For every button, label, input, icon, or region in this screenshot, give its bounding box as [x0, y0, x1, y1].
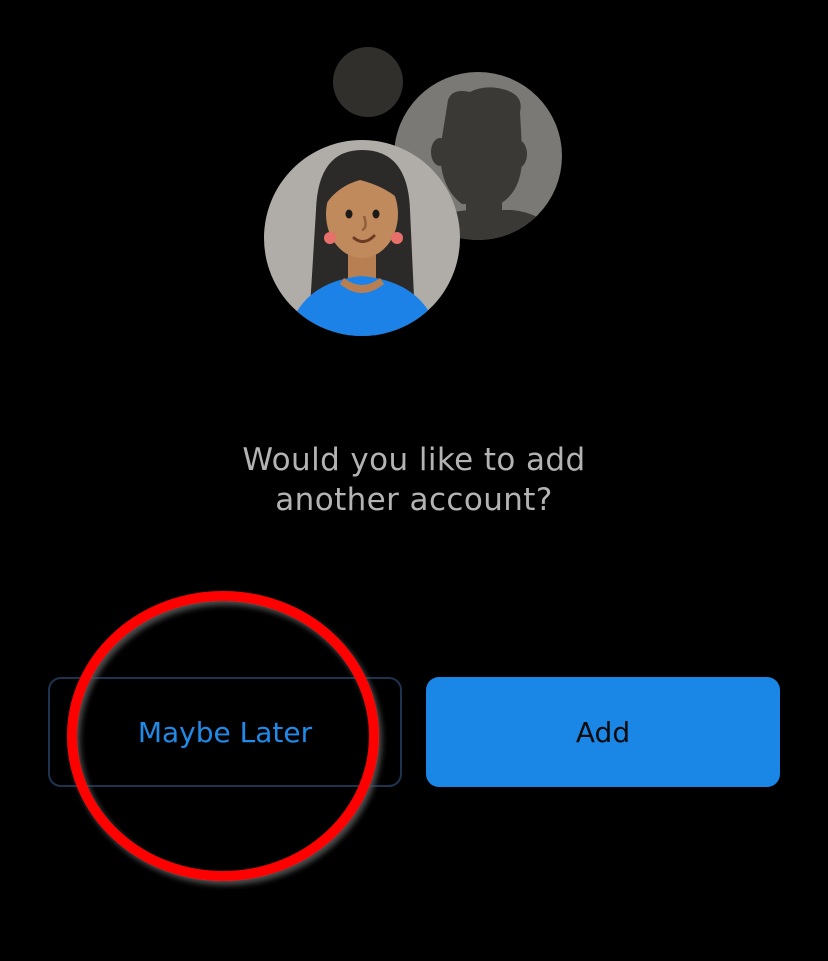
maybe-later-button[interactable]: Maybe Later	[48, 677, 402, 787]
add-account-prompt: Would you like to add another account?	[0, 440, 828, 520]
accounts-illustration	[264, 47, 562, 336]
add-label: Add	[575, 715, 631, 749]
woman-avatar	[264, 140, 460, 336]
maybe-later-label: Maybe Later	[137, 715, 313, 749]
add-button[interactable]: Add	[426, 677, 780, 787]
decorative-dot	[333, 47, 403, 117]
prompt-line-2: another account?	[275, 482, 553, 518]
prompt-line-1: Would you like to add	[242, 442, 586, 478]
